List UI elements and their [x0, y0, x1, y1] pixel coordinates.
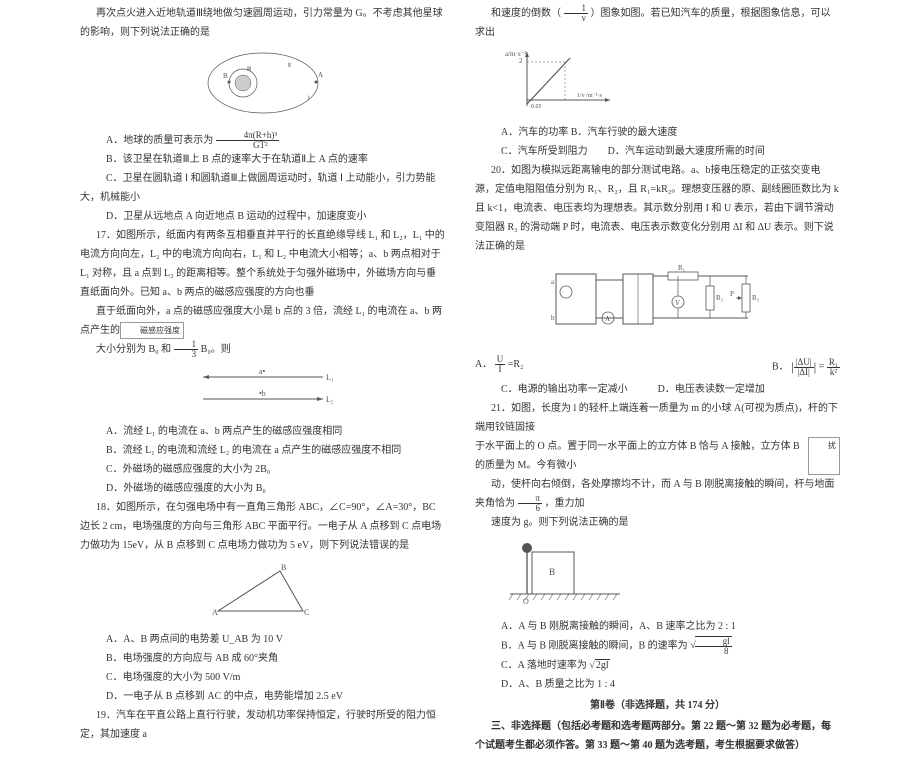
q16a-pre: A．地球的质量可表示为	[106, 135, 216, 146]
orbit-diagram: A B Ⅲ Ⅱ Ⅰ	[203, 48, 323, 118]
q21-option-d: D．A、B 质量之比为 1 : 4	[475, 675, 840, 694]
q17-figure: a• L₁ •b L₂	[80, 365, 445, 416]
q21-text-3: 速度为 g。则下列说法正确的是	[475, 513, 840, 532]
q17-text-1: 17．如图所示，纸面内有两条互相垂直并平行的长直绝缘导线 L₁ 和 L₂，L₁ …	[80, 226, 445, 302]
hint-box: 磁感应强度	[120, 322, 184, 339]
svg-text:A: A	[212, 608, 218, 617]
q21-option-b: B．A 与 B 刚脱离接触的瞬间，B 的速率为 √gl8	[475, 636, 840, 656]
svg-text:R₂: R₂	[716, 294, 724, 302]
q21-option-c: C．A 落地时速率为 √2gl	[475, 656, 840, 675]
q19-option-cd: C．汽车所受到阻力 D．汽车运动到最大速度所需的时间	[475, 142, 840, 161]
q18-option-a: A．A、B 两点间的电势差 U_AB 为 10 V	[80, 630, 445, 649]
q19-figure: a/m·s⁻² 2 0.05 1/v /m⁻¹·s	[475, 48, 840, 117]
q19-text-1: 19．汽车在平直公路上直行行驶，发动机功率保持恒定，行驶时所受的阻力恒定，其加速…	[80, 706, 445, 744]
q21-text-1b: 于水平面上的 O 点。置于同一水平面上的立方体 B 恰与 A 接触，立方体 B …	[475, 437, 840, 475]
svg-text:L₁: L₁	[326, 373, 333, 382]
svg-text:Ⅱ: Ⅱ	[288, 63, 291, 69]
wire-diagram: a• L₁ •b L₂	[193, 365, 333, 409]
q18-option-d: D．一电子从 B 点移到 AC 的中点，电势能增加 2.5 eV	[80, 687, 445, 706]
q21-text-2: 动，使杆向右倾倒，各处摩擦均不计，而 A 与 B 刚脱离接触的瞬间，杆与地面夹角…	[475, 475, 840, 513]
q16-option-c: C．卫星在圆轨道 Ⅰ 和圆轨道Ⅲ上做圆周运动时，轨道 Ⅰ 上动能小，引力势能大，…	[80, 169, 445, 207]
q20-text-1: 20．如图为模拟远距离输电的部分测试电路。a、b接电压稳定的正弦交变电源，定值电…	[475, 161, 840, 256]
svg-text:B: B	[281, 563, 286, 572]
svg-text:V: V	[675, 299, 680, 307]
q18-option-c: C．电场强度的大小为 500 V/m	[80, 668, 445, 687]
hint-box-2: 扰	[808, 437, 840, 475]
svg-text:2: 2	[519, 57, 523, 65]
q20-option-b: B． ||ΔU||ΔI|| = R₁k²	[772, 355, 840, 380]
svg-text:Ⅰ: Ⅰ	[308, 96, 310, 102]
svg-text:R₃: R₃	[752, 294, 760, 302]
q19-option-ab: A．汽车的功率 B．汽车行驶的最大速度	[475, 123, 840, 142]
rod-block-diagram: B O	[505, 538, 625, 604]
svg-text:P: P	[730, 290, 734, 298]
q20-options-ab: A． UI =R₂ B． ||ΔU||ΔI|| = R₁k²	[475, 355, 840, 380]
svg-text:•b: •b	[259, 389, 266, 398]
svg-text:a/m·s⁻²: a/m·s⁻²	[505, 50, 526, 58]
svg-text:a: a	[551, 278, 555, 286]
svg-text:R₁: R₁	[678, 264, 685, 272]
q17-text-2: 直于纸面向外，a 点的磁感应强度大小是 b 点的 3 倍，流经 L₁ 的电流在 …	[80, 302, 445, 340]
svg-text:L₂: L₂	[326, 395, 333, 404]
svg-text:b: b	[551, 314, 555, 322]
q19-frac: 1 v	[564, 4, 589, 23]
svg-text:0.05: 0.05	[531, 104, 542, 110]
q20-option-cd: C．电源的输出功率一定减小 D．电压表读数一定增加	[475, 380, 840, 399]
section-2-heading: 第Ⅱ卷（非选择题，共 174 分）	[475, 696, 840, 715]
q19-text-2: 和速度的倒数（ 1 v ）图象如图。若已知汽车的质量，根据图象信息，可以求出	[475, 4, 840, 42]
q17-option-a: A．流经 L₁ 的电流在 a、b 两点产生的磁感应强度相同	[80, 422, 445, 441]
q18-text-1: 18．如图所示，在匀强电场中有一直角三角形 ABC，∠C=90°，∠A=30°，…	[80, 498, 445, 555]
q16-figure: A B Ⅲ Ⅱ Ⅰ	[80, 48, 445, 125]
svg-text:1/v /m⁻¹·s: 1/v /m⁻¹·s	[577, 93, 602, 99]
section-2-instruction: 三、非选择题（包括必考题和选考题两部分。第 22 题～第 32 题为必考题，每个…	[475, 717, 840, 755]
svg-text:Ⅲ: Ⅲ	[247, 67, 251, 73]
svg-text:B: B	[223, 72, 228, 80]
q20-figure: a b A R₁ V R₂	[475, 262, 840, 349]
graph-diagram: a/m·s⁻² 2 0.05 1/v /m⁻¹·s	[505, 48, 615, 110]
q16a-frac: 4π(R+h)³ GT²	[216, 131, 279, 150]
svg-text:B: B	[549, 567, 555, 577]
q20-option-a: A． UI =R₂	[475, 355, 524, 380]
q16-option-b: B．该卫星在轨道Ⅲ上 B 点的速率大于在轨道Ⅱ上 A 点的速率	[80, 150, 445, 169]
svg-text:A: A	[605, 315, 610, 323]
q16-option-a: A．地球的质量可表示为 4π(R+h)³ GT²	[80, 131, 445, 150]
svg-text:a•: a•	[259, 367, 266, 376]
svg-text:O: O	[523, 597, 529, 604]
q21-option-a: A．A 与 B 刚脱离接触的瞬间，A、B 速率之比为 2 : 1	[475, 617, 840, 636]
q21-figure: B O	[475, 538, 840, 611]
q21-text-1: 21．如图，长度为 l 的轻杆上端连着一质量为 m 的小球 A(可视为质点)，杆…	[475, 399, 840, 437]
q18-option-b: B．电场强度的方向应与 AB 成 60°夹角	[80, 649, 445, 668]
svg-text:A: A	[318, 71, 323, 79]
q17-frac: 1 3	[174, 340, 199, 359]
svg-text:C: C	[304, 608, 309, 617]
q17-option-d: D．外磁场的磁感应强度的大小为 B₀	[80, 479, 445, 498]
q16-intro-text: 再次点火进入近地轨道Ⅲ绕地做匀速圆周运动，引力常量为 G。不考虑其他星球的影响，…	[80, 4, 445, 42]
q16-option-d: D．卫星从远地点 A 向近地点 B 运动的过程中，加速度变小	[80, 207, 445, 226]
q18-figure: A C B	[80, 561, 445, 624]
q17-option-b: B．流经 L₁ 的电流和流经 L₂ 的电流在 a 点产生的磁感应强度不相同	[80, 441, 445, 460]
q17-text-3: 大小分别为 B₀ 和 1 3 B₀。则	[80, 340, 445, 359]
triangle-diagram: A C B	[208, 561, 318, 617]
circuit-diagram: a b A R₁ V R₂	[548, 262, 768, 342]
q17-option-c: C．外磁场的磁感应强度的大小为 2B₀	[80, 460, 445, 479]
